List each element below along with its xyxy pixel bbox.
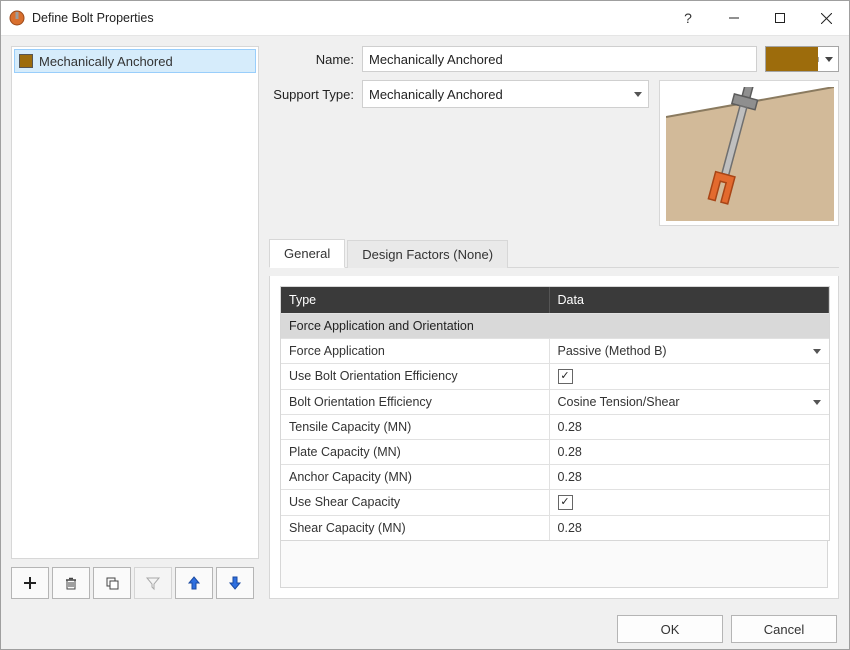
grid-filler <box>280 541 828 588</box>
table-row: Force Application Passive (Method B) <box>281 338 829 363</box>
dialog-footer: OK Cancel <box>1 609 849 649</box>
window-title: Define Bolt Properties <box>32 11 665 25</box>
table-row: Shear Capacity (MN) 0.28 <box>281 515 829 540</box>
button-label: Cancel <box>764 622 804 637</box>
name-input[interactable] <box>362 46 757 72</box>
plate-capacity-input[interactable]: 0.28 <box>550 440 829 464</box>
row-label: Use Bolt Orientation Efficiency <box>281 364 550 389</box>
table-row: Plate Capacity (MN) 0.28 <box>281 439 829 464</box>
tensile-capacity-input[interactable]: 0.28 <box>550 415 829 439</box>
table-row: Anchor Capacity (MN) 0.28 <box>281 464 829 489</box>
color-chip-icon <box>19 54 33 68</box>
bolt-preview <box>659 80 839 226</box>
color-select[interactable] <box>765 46 839 72</box>
cell-value: 0.28 <box>558 420 582 434</box>
row-label: Shear Capacity (MN) <box>281 516 550 540</box>
color-swatch <box>766 47 818 71</box>
general-panel: Type Data Force Application and Orientat… <box>269 276 839 599</box>
use-shear-capacity-checkbox[interactable]: ✓ <box>558 495 573 510</box>
ok-button[interactable]: OK <box>617 615 723 643</box>
app-icon <box>9 10 25 26</box>
tab-label: General <box>284 246 330 261</box>
button-label: OK <box>661 622 680 637</box>
cell-value: 0.28 <box>558 521 582 535</box>
list-toolbar <box>11 567 259 599</box>
chevron-down-icon <box>813 400 821 405</box>
tab-general[interactable]: General <box>269 239 345 268</box>
titlebar: Define Bolt Properties ? <box>1 1 849 36</box>
tab-design-factors[interactable]: Design Factors (None) <box>347 240 508 268</box>
anchor-capacity-input[interactable]: 0.28 <box>550 465 829 489</box>
use-bolt-orientation-checkbox[interactable]: ✓ <box>558 369 573 384</box>
table-row: Bolt Orientation Efficiency Cosine Tensi… <box>281 389 829 414</box>
support-type-value: Mechanically Anchored <box>369 87 503 102</box>
row-label: Anchor Capacity (MN) <box>281 465 550 489</box>
properties-grid: Type Data Force Application and Orientat… <box>280 286 830 541</box>
move-up-button[interactable] <box>175 567 213 599</box>
cell-value: Passive (Method B) <box>558 344 667 358</box>
chevron-down-icon <box>634 92 642 97</box>
section-header: Force Application and Orientation <box>281 314 829 338</box>
column-header-type: Type <box>281 287 550 313</box>
cell-value: 0.28 <box>558 445 582 459</box>
move-down-button[interactable] <box>216 567 254 599</box>
row-label: Plate Capacity (MN) <box>281 440 550 464</box>
name-label: Name: <box>269 52 354 67</box>
shear-capacity-input[interactable]: 0.28 <box>550 516 829 540</box>
bolt-list[interactable]: Mechanically Anchored <box>11 46 259 559</box>
force-application-select[interactable]: Passive (Method B) <box>550 339 829 363</box>
bolt-orientation-efficiency-select[interactable]: Cosine Tension/Shear <box>550 390 829 414</box>
table-row: Use Shear Capacity ✓ <box>281 489 829 515</box>
table-row: Tensile Capacity (MN) 0.28 <box>281 414 829 439</box>
tab-label: Design Factors (None) <box>362 247 493 262</box>
tabs: General Design Factors (None) <box>269 238 839 268</box>
cell-value: 0.28 <box>558 470 582 484</box>
help-button[interactable]: ? <box>665 1 711 35</box>
list-item-label: Mechanically Anchored <box>39 54 173 69</box>
minimize-button[interactable] <box>711 1 757 35</box>
dialog-window: Define Bolt Properties ? Mechanically An… <box>0 0 850 650</box>
row-label: Force Application <box>281 339 550 363</box>
row-label: Tensile Capacity (MN) <box>281 415 550 439</box>
support-type-select[interactable]: Mechanically Anchored <box>362 80 649 108</box>
cell-value: Cosine Tension/Shear <box>558 395 680 409</box>
add-button[interactable] <box>11 567 49 599</box>
duplicate-button[interactable] <box>93 567 131 599</box>
cancel-button[interactable]: Cancel <box>731 615 837 643</box>
close-button[interactable] <box>803 1 849 35</box>
table-row: Use Bolt Orientation Efficiency ✓ <box>281 363 829 389</box>
chevron-down-icon <box>818 57 838 62</box>
row-label: Bolt Orientation Efficiency <box>281 390 550 414</box>
chevron-down-icon <box>813 349 821 354</box>
maximize-button[interactable] <box>757 1 803 35</box>
list-item[interactable]: Mechanically Anchored <box>14 49 256 73</box>
support-type-label: Support Type: <box>269 87 354 102</box>
delete-button[interactable] <box>52 567 90 599</box>
column-header-data: Data <box>550 287 829 313</box>
row-label: Use Shear Capacity <box>281 490 550 515</box>
filter-button[interactable] <box>134 567 172 599</box>
